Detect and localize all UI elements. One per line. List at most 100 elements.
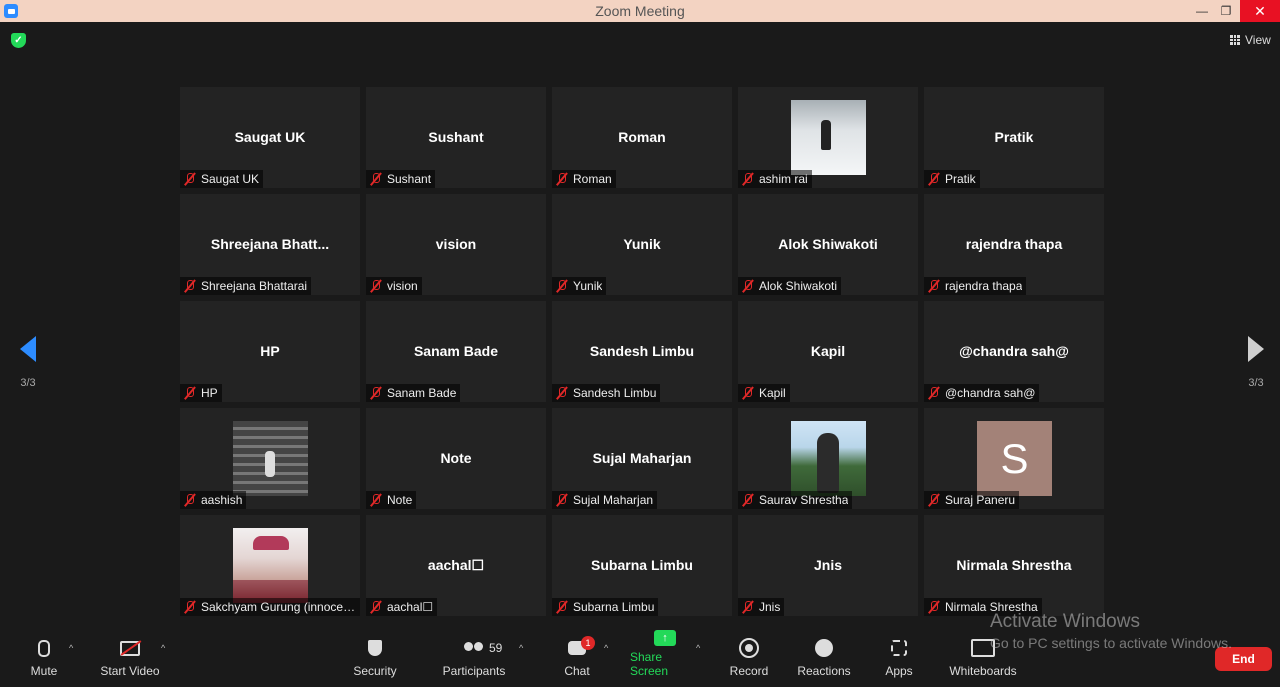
participant-name: Note (387, 493, 413, 507)
window-title: Zoom Meeting (595, 3, 685, 19)
muted-mic-icon (555, 600, 569, 614)
participant-name: Jnis (759, 600, 781, 614)
view-label: View (1245, 33, 1271, 47)
muted-mic-icon (741, 279, 755, 293)
chat-label: Chat (564, 664, 590, 678)
participant-tile[interactable]: Note Note (366, 408, 546, 509)
participant-name-label: Yunik (552, 277, 607, 295)
mute-button[interactable]: Mute (27, 629, 61, 687)
view-button[interactable]: View (1230, 33, 1271, 47)
muted-mic-icon (927, 600, 941, 614)
arrow-right-icon (1248, 336, 1264, 362)
participant-tile[interactable]: Sanam Bade Sanam Bade (366, 301, 546, 402)
share-options-caret-icon[interactable]: ^ (696, 643, 700, 653)
participant-tile[interactable]: Sakchyam Gurung (innocen... (180, 515, 360, 616)
participant-tile[interactable]: Sujal Maharjan Sujal Maharjan (552, 408, 732, 509)
participant-tile[interactable]: ashim rai (738, 87, 918, 188)
chat-options-caret-icon[interactable]: ^ (604, 643, 608, 653)
participant-tile[interactable]: Shreejana Bhatt... Shreejana Bhattarai (180, 194, 360, 295)
participant-name: Shreejana Bhattarai (201, 279, 308, 293)
participant-tile[interactable]: rajendra thapa rajendra thapa (924, 194, 1104, 295)
participant-name-label: rajendra thapa (924, 277, 1027, 295)
participant-display-name: Sanam Bade (413, 343, 499, 359)
participant-name: Kapil (759, 386, 786, 400)
muted-mic-icon (555, 172, 569, 186)
participant-name: Saurav Shrestha (759, 493, 849, 507)
participant-display-name: Sandesh Limbu (589, 343, 695, 359)
participant-tile[interactable]: Sandesh Limbu Sandesh Limbu (552, 301, 732, 402)
muted-mic-icon (369, 279, 383, 293)
apps-button[interactable]: Apps (884, 629, 914, 687)
watermark-subtitle: Go to PC settings to activate Windows. (990, 635, 1232, 651)
participant-tile[interactable]: Nirmala Shrestha Nirmala Shrestha (924, 515, 1104, 616)
muted-mic-icon (927, 386, 941, 400)
participant-name-label: Sushant (366, 170, 436, 188)
participant-name-label: Shreejana Bhattarai (180, 277, 312, 295)
participant-name-label: Subarna Limbu (552, 598, 659, 616)
video-options-caret-icon[interactable]: ^ (161, 643, 165, 653)
muted-mic-icon (183, 172, 197, 186)
participant-tile[interactable]: Alok Shiwakoti Alok Shiwakoti (738, 194, 918, 295)
participant-tile[interactable]: Saugat UK Saugat UK (180, 87, 360, 188)
participant-name-label: Sandesh Limbu (552, 384, 661, 402)
participant-name: Sakchyam Gurung (innocen... (201, 600, 358, 614)
participant-tile[interactable]: vision vision (366, 194, 546, 295)
audio-options-caret-icon[interactable]: ^ (69, 643, 73, 653)
participant-tile[interactable]: aashish (180, 408, 360, 509)
participants-count: 59 (489, 641, 503, 655)
participant-name-label: HP (180, 384, 222, 402)
apps-label: Apps (885, 664, 913, 678)
record-button[interactable]: Record (728, 629, 770, 687)
video-camera-off-icon (120, 640, 140, 656)
reactions-label: Reactions (797, 664, 851, 678)
participant-tile[interactable]: @chandra sah@ @chandra sah@ (924, 301, 1104, 402)
close-button[interactable]: ✕ (1240, 0, 1280, 22)
share-screen-icon: ↑ (654, 629, 676, 646)
record-icon (739, 638, 759, 658)
participant-name: aachal☐ (387, 600, 434, 614)
reactions-button[interactable]: Reactions (797, 629, 851, 687)
activate-windows-watermark: Activate Windows Go to PC settings to ac… (990, 611, 1232, 651)
participants-options-caret-icon[interactable]: ^ (519, 643, 523, 653)
participant-tile[interactable]: Saurav Shrestha (738, 408, 918, 509)
restore-button[interactable]: ❐ (1208, 0, 1244, 22)
muted-mic-icon (183, 279, 197, 293)
participant-name: ashim rai (759, 172, 808, 186)
participant-display-name: Pratik (994, 129, 1034, 145)
participant-tile[interactable]: Kapil Kapil (738, 301, 918, 402)
participant-display-name: rajendra thapa (965, 236, 1063, 252)
participant-tile[interactable]: HP HP (180, 301, 360, 402)
participant-photo (233, 528, 308, 603)
participant-name: Pratik (945, 172, 976, 186)
participant-photo (233, 421, 308, 496)
participant-display-name: Yunik (623, 236, 661, 252)
share-screen-button[interactable]: ↑ Share Screen (630, 629, 700, 687)
participant-tile[interactable]: Yunik Yunik (552, 194, 732, 295)
participant-tile[interactable]: Roman Roman (552, 87, 732, 188)
record-label: Record (729, 664, 769, 678)
participant-tile[interactable]: Sushant Sushant (366, 87, 546, 188)
participant-tile[interactable]: Jnis Jnis (738, 515, 918, 616)
participant-gallery: Saugat UK Saugat UK Sushant Sushant Roman Rom… (180, 87, 1105, 617)
participant-tile[interactable]: Subarna Limbu Subarna Limbu (552, 515, 732, 616)
participant-name: aashish (201, 493, 243, 507)
participant-name-label: Sujal Maharjan (552, 491, 658, 509)
participant-display-name: aachal☐ (427, 557, 485, 573)
participant-tile[interactable]: aachal☐ aachal☐ (366, 515, 546, 616)
participant-tile[interactable]: Pratik Pratik (924, 87, 1104, 188)
participant-display-name: @chandra sah@ (959, 343, 1069, 359)
participant-name-label: @chandra sah@ (924, 384, 1040, 402)
previous-page-button[interactable]: 3/3 (8, 336, 48, 389)
page-indicator-left: 3/3 (20, 377, 36, 389)
next-page-button[interactable]: 3/3 (1236, 336, 1276, 389)
participant-name-label: Roman (552, 170, 616, 188)
participants-button[interactable]: Participants (442, 629, 506, 687)
security-button[interactable]: Security (350, 629, 400, 687)
participant-name-label: Kapil (738, 384, 790, 402)
encryption-shield-icon[interactable]: ✓ (11, 33, 26, 48)
start-video-button[interactable]: Start Video (100, 629, 160, 687)
participant-name-label: vision (366, 277, 422, 295)
participant-tile[interactable]: S Suraj Paneru (924, 408, 1104, 509)
start-video-label: Start Video (100, 664, 160, 678)
muted-mic-icon (741, 600, 755, 614)
